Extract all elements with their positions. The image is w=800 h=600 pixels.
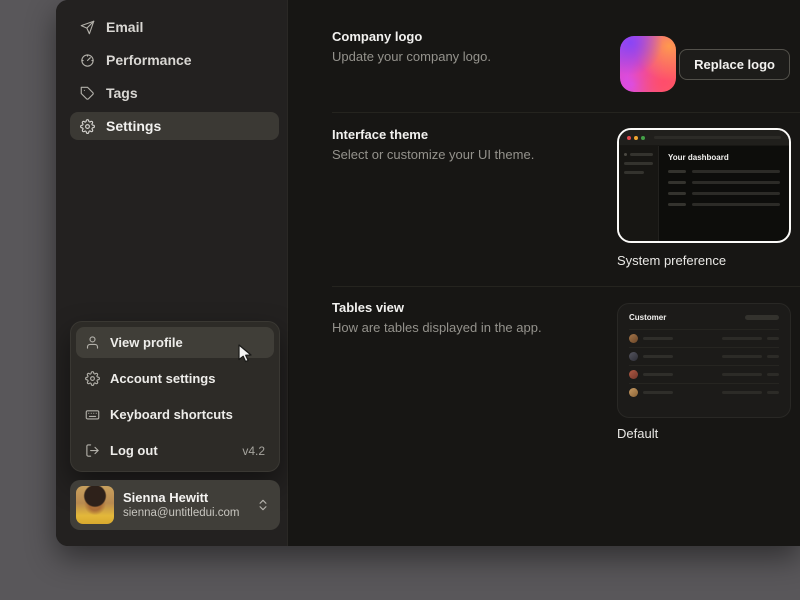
table-mockup-header: Customer (629, 313, 779, 329)
mockup-titlebar (619, 130, 789, 146)
sidebar-item-label: Settings (106, 118, 162, 134)
gauge-icon (80, 53, 95, 68)
replace-logo-button[interactable]: Replace logo (679, 49, 790, 80)
menu-item-account-settings[interactable]: Account settings (76, 363, 274, 394)
user-icon (85, 335, 100, 350)
section-title: Company logo (332, 29, 423, 44)
avatar (76, 486, 114, 524)
mockup-main: Your dashboard (659, 146, 789, 241)
gear-icon (80, 118, 95, 134)
log-out-icon (85, 443, 100, 458)
gear-icon (85, 371, 100, 386)
menu-item-label: View profile (110, 335, 183, 350)
section-title: Tables view (332, 300, 405, 315)
theme-option-system-preference[interactable]: Your dashboard (617, 128, 791, 243)
mockup-body: Your dashboard (619, 146, 789, 241)
tables-option-caption: Default (617, 426, 659, 441)
menu-item-label: Account settings (110, 371, 216, 386)
table-mockup-title: Customer (629, 313, 667, 322)
tables-view-section-label: Tables view How are tables displayed in … (332, 300, 602, 335)
sidebar-item-label: Performance (106, 52, 192, 68)
tables-view-option-default[interactable]: Customer (617, 303, 791, 418)
tag-icon (80, 86, 95, 101)
section-divider (332, 112, 800, 113)
menu-item-keyboard-shortcuts[interactable]: Keyboard shortcuts (76, 399, 274, 430)
user-account-card[interactable]: Sienna Hewitt sienna@untitledui.com (70, 480, 280, 530)
mockup-sidebar-item (624, 162, 653, 165)
chevron-selector-icon (256, 498, 270, 512)
menu-item-label: Log out (110, 443, 158, 458)
row-avatar (629, 352, 638, 361)
table-mockup-header-bar (745, 315, 779, 320)
profile-dropdown-menu: View profile Account settings Keyboard s… (70, 321, 280, 472)
mockup-sidebar-item (624, 171, 645, 174)
settings-content: Company logo Update your company logo. R… (289, 0, 800, 546)
mockup-sidebar (619, 146, 659, 241)
keyboard-icon (85, 407, 100, 422)
screen: Email Performance Tags Settings View pro… (0, 0, 800, 600)
sidebar-item-settings[interactable]: Settings (70, 112, 279, 140)
send-icon (80, 20, 95, 35)
user-name: Sienna Hewitt (123, 489, 209, 505)
user-email: sienna@untitledui.com (123, 506, 240, 519)
mockup-skeleton-row (668, 170, 780, 173)
table-mockup-row (629, 347, 779, 365)
sidebar-item-label: Tags (106, 85, 138, 101)
table-mockup-row (629, 365, 779, 383)
mockup-dashboard-title: Your dashboard (668, 153, 729, 162)
menu-item-label: Keyboard shortcuts (110, 407, 233, 422)
interface-theme-section-label: Interface theme Select or customize your… (332, 127, 602, 162)
app-window: Email Performance Tags Settings View pro… (56, 0, 800, 546)
user-meta: Sienna Hewitt sienna@untitledui.com (123, 490, 240, 521)
table-mockup-row (629, 329, 779, 347)
sidebar-item-tags[interactable]: Tags (70, 79, 279, 107)
company-logo-preview (620, 36, 676, 92)
sidebar-nav: Email Performance Tags Settings (70, 13, 279, 145)
mockup-skeleton-row (668, 192, 780, 195)
section-description: Update your company logo. (332, 49, 491, 64)
section-description: Select or customize your UI theme. (332, 147, 535, 162)
sidebar: Email Performance Tags Settings View pro… (56, 0, 288, 546)
version-badge: v4.2 (242, 443, 265, 458)
theme-option-caption: System preference (617, 253, 727, 268)
mockup-skeleton-row (668, 181, 780, 184)
traffic-light-yellow-icon (634, 135, 638, 140)
table-mockup-row (629, 383, 779, 401)
section-title: Interface theme (332, 127, 429, 142)
menu-item-log-out[interactable]: Log out v4.2 (76, 435, 274, 466)
section-description: How are tables displayed in the app. (332, 320, 542, 335)
mockup-skeleton-row (668, 203, 780, 206)
theme-preview-mockup: Your dashboard (619, 130, 789, 241)
row-avatar (629, 334, 638, 343)
sidebar-item-performance[interactable]: Performance (70, 46, 279, 74)
traffic-light-green-icon (641, 135, 645, 140)
menu-item-view-profile[interactable]: View profile (76, 327, 274, 358)
mockup-sidebar-item (624, 153, 653, 156)
traffic-light-red-icon (627, 135, 631, 140)
company-logo-section-label: Company logo Update your company logo. (332, 29, 602, 64)
row-avatar (629, 370, 638, 379)
section-divider (332, 286, 800, 287)
sidebar-item-label: Email (106, 19, 144, 35)
row-avatar (629, 388, 638, 397)
sidebar-item-email[interactable]: Email (70, 13, 279, 41)
mockup-address-bar (654, 136, 781, 139)
